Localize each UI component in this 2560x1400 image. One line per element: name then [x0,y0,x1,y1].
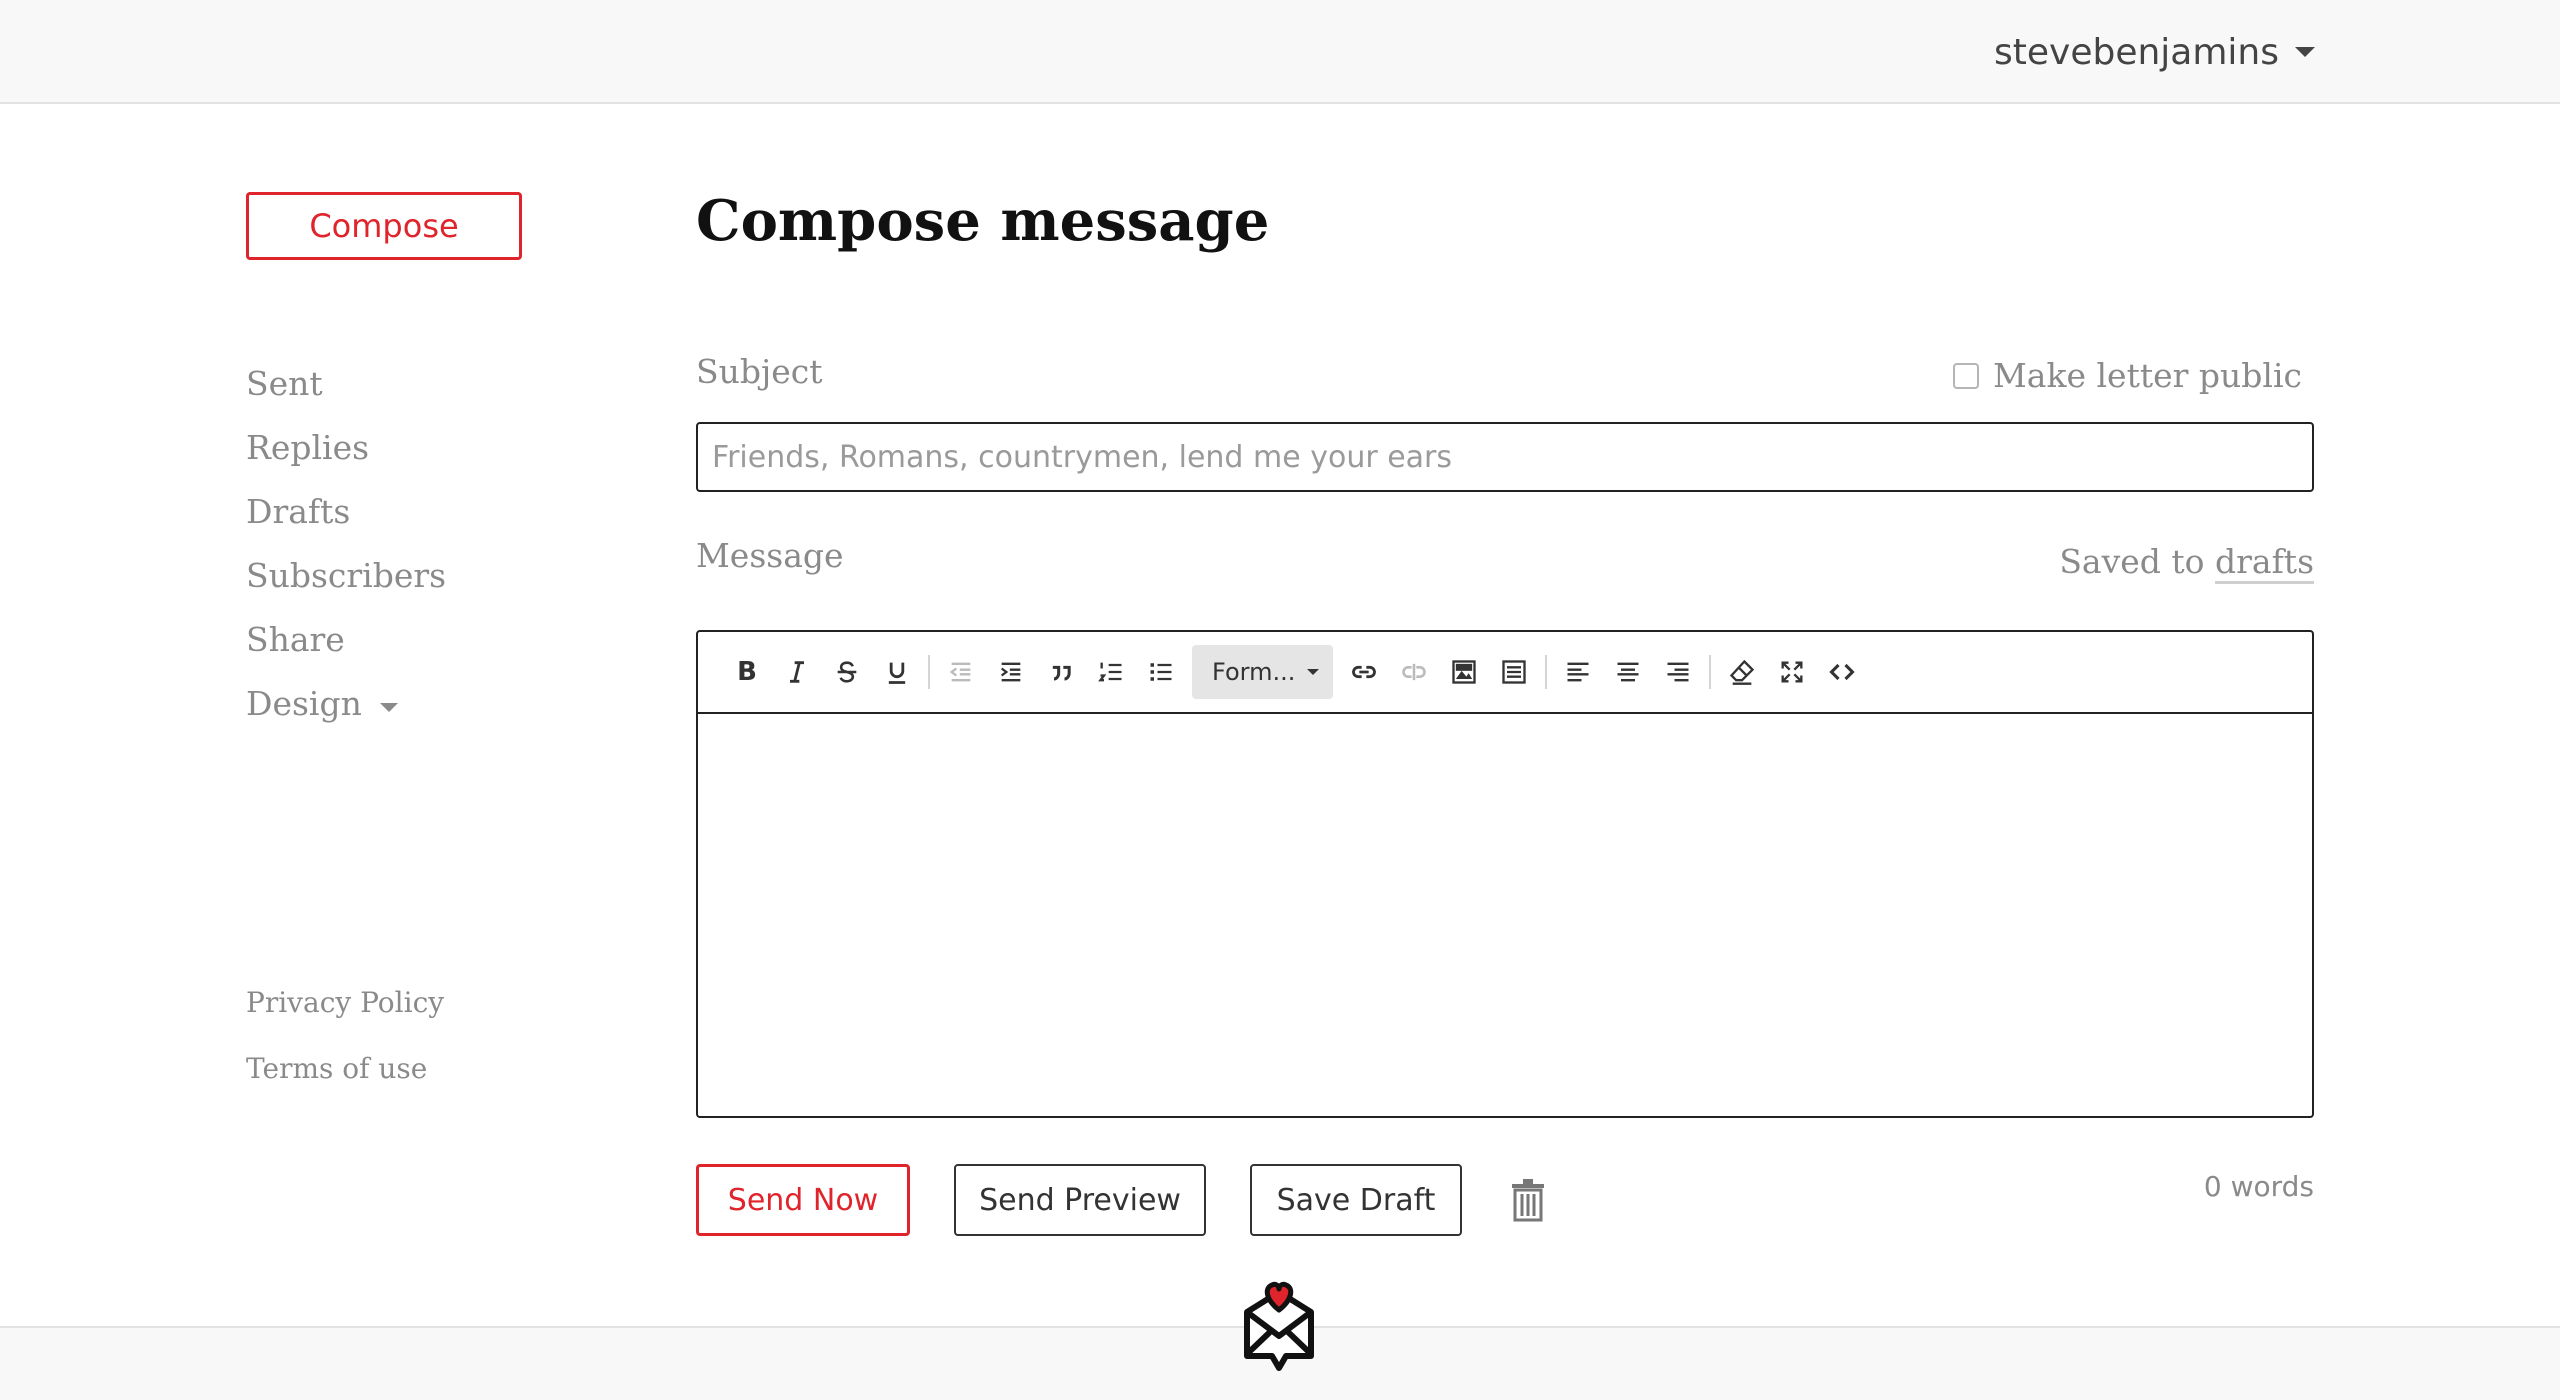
make-public-checkbox[interactable] [1953,362,1980,389]
bold-button[interactable]: B [722,647,772,697]
blockquote-button[interactable] [1036,647,1086,697]
clear-format-icon [1730,659,1755,685]
subject-label: Subject [696,352,823,391]
sidebar-nav: Sent Replies Drafts Subscribers Share De… [246,352,446,736]
fullscreen-icon [1781,661,1803,683]
horizontal-rule-button[interactable] [1489,647,1539,697]
code-view-icon [1829,663,1855,681]
indent-button[interactable] [986,647,1036,697]
italic-icon [790,661,804,683]
outdent-icon [949,662,971,682]
delete-draft-button[interactable] [1506,1176,1550,1224]
image-icon [1452,660,1477,684]
image-button[interactable] [1439,647,1489,697]
align-left-button[interactable] [1553,647,1603,697]
align-right-icon [1667,662,1689,682]
sidebar-item-label: Subscribers [246,556,447,595]
fullscreen-button[interactable] [1767,647,1817,697]
make-public-label: Make letter public [1993,356,2302,395]
bullet-list-button[interactable] [1136,647,1186,697]
italic-button[interactable] [772,647,822,697]
chevron-down-icon [1307,669,1320,675]
top-bar: stevebenjamins [0,0,2560,104]
align-center-icon [1617,662,1639,682]
save-draft-button[interactable]: Save Draft [1250,1164,1462,1236]
horizontal-rule-icon [1502,660,1527,684]
toolbar-divider [1709,655,1712,689]
unlink-icon [1402,663,1427,681]
align-right-button[interactable] [1653,647,1703,697]
link-icon [1352,665,1377,679]
bullet-list-icon [1150,663,1172,681]
trash-icon [1512,1179,1544,1222]
blockquote-icon [1052,665,1071,681]
align-left-icon [1567,662,1589,682]
strikethrough-button[interactable] [822,647,872,697]
outdent-button[interactable] [936,647,986,697]
sidebar-footer-links: Privacy Policy Terms of use [246,980,444,1112]
logo-icon [1244,1281,1314,1371]
sidebar-item-label: Share [246,620,345,659]
underline-icon [888,662,906,684]
format-select[interactable]: Form... [1192,645,1334,699]
toolbar-divider [1545,655,1548,689]
sidebar-item-label: Sent [246,364,323,403]
saved-prefix: Saved to [2059,542,2205,581]
terms-of-use-link[interactable]: Terms of use [246,1046,444,1112]
sidebar-item-sent[interactable]: Sent [246,352,446,416]
message-editor: B Form... [696,630,2314,1118]
drafts-link[interactable]: drafts [2215,542,2314,581]
sidebar-item-share[interactable]: Share [246,608,446,672]
link-button[interactable] [1339,647,1389,697]
bold-icon: B [737,657,757,687]
saved-status: Saved to drafts [2059,542,2314,581]
unlink-button[interactable] [1389,647,1439,697]
word-count: 0 words [2203,1170,2314,1203]
user-menu[interactable]: stevebenjamins [1994,26,2315,78]
align-center-button[interactable] [1603,647,1653,697]
sidebar-item-replies[interactable]: Replies [246,416,446,480]
privacy-policy-link[interactable]: Privacy Policy [246,980,444,1046]
compose-button[interactable]: Compose [246,192,522,260]
chevron-down-icon [2295,47,2315,57]
sidebar-item-subscribers[interactable]: Subscribers [246,544,446,608]
toolbar-divider [928,655,930,689]
ordered-list-icon [1098,662,1122,682]
send-preview-button[interactable]: Send Preview [954,1164,1206,1236]
indent-icon [1000,662,1021,682]
subject-input[interactable] [696,422,2314,492]
editor-toolbar: B Form... [698,632,2312,714]
sidebar-item-design[interactable]: Design [246,672,446,736]
format-select-value: Form... [1212,658,1296,686]
make-public-toggle[interactable]: Make letter public [1953,356,2302,395]
chevron-down-icon [379,702,398,712]
underline-button[interactable] [872,647,922,697]
sidebar-item-drafts[interactable]: Drafts [246,480,446,544]
send-now-button[interactable]: Send Now [696,1164,910,1236]
username: stevebenjamins [1994,31,2279,73]
message-body-editor[interactable] [698,714,2312,1116]
message-label: Message [696,536,844,575]
page-title: Compose message [696,188,1270,254]
sidebar-item-label: Replies [246,428,370,467]
strikethrough-icon [837,661,857,683]
sidebar-item-label: Drafts [246,492,351,531]
ordered-list-button[interactable] [1086,647,1136,697]
sidebar-item-label: Design [246,684,362,723]
action-buttons: Send Now Send Preview Save Draft [696,1164,1550,1236]
code-view-button[interactable] [1817,647,1867,697]
clear-format-button[interactable] [1717,647,1767,697]
